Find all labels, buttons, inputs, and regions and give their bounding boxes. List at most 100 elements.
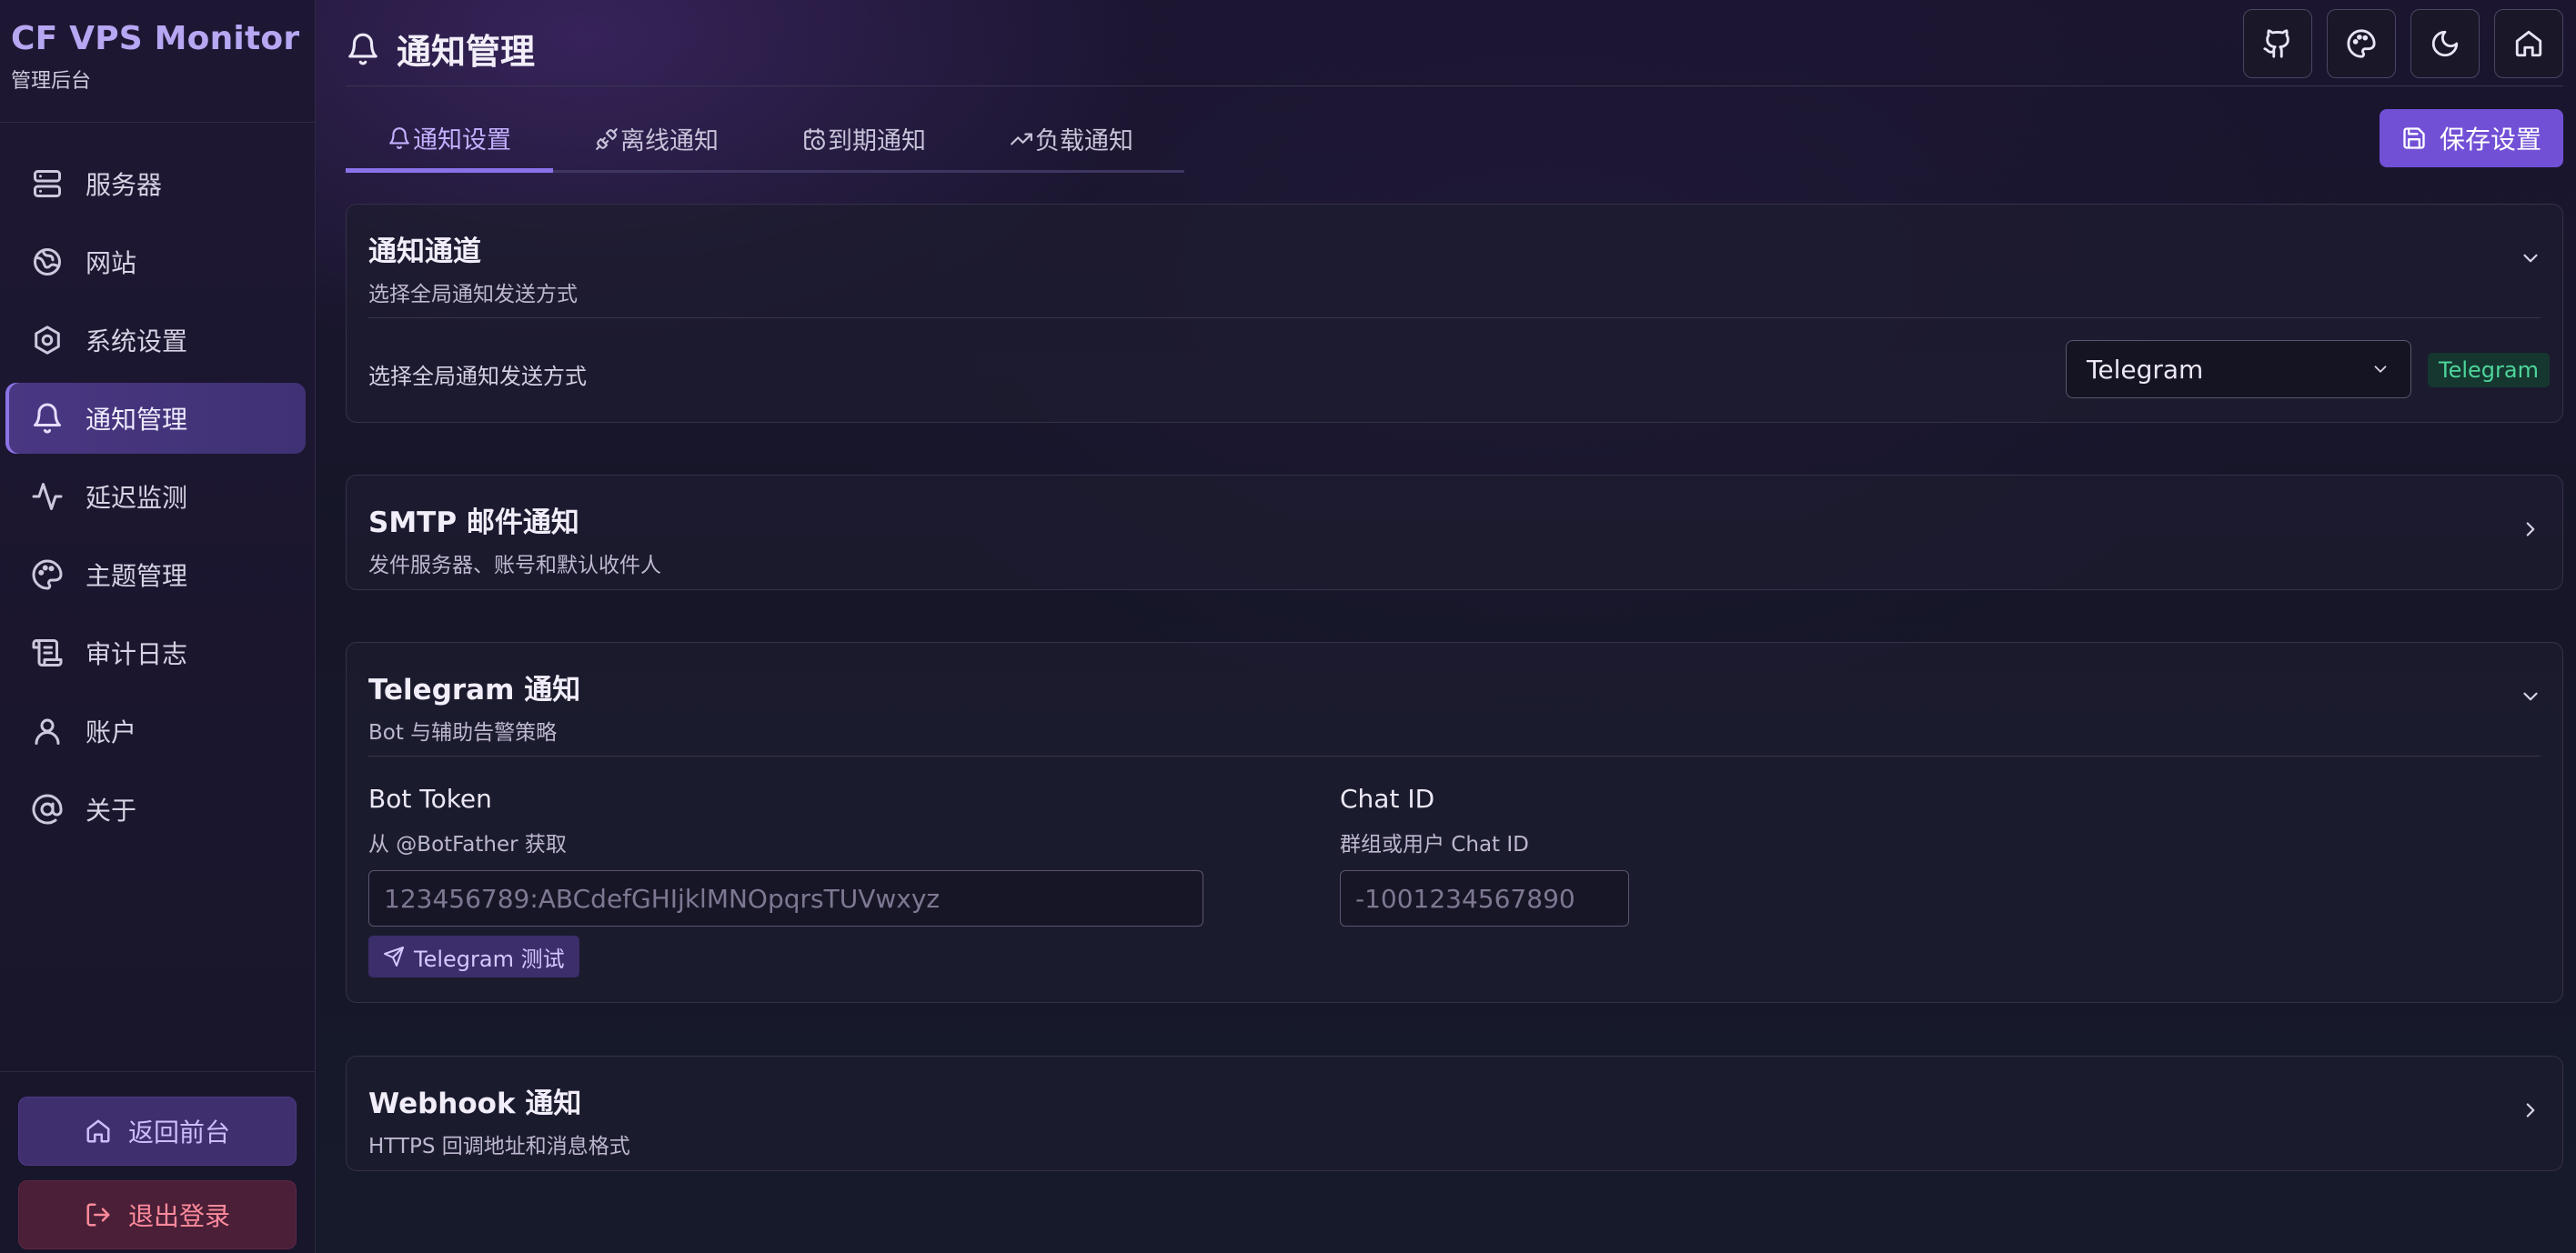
tab-label: 到期通知: [828, 127, 926, 155]
sidebar-item-notifications[interactable]: 通知管理: [5, 383, 306, 454]
field-label: Bot Token: [368, 784, 492, 814]
home-icon: [85, 1118, 112, 1145]
sidebar-item-audit-log[interactable]: 审计日志: [5, 617, 306, 688]
topbar: 通知管理: [346, 0, 2563, 86]
chevron-down-icon[interactable]: [2519, 246, 2542, 270]
telegram-test-label: Telegram 测试: [414, 946, 565, 972]
field-label: Chat ID: [1340, 784, 1435, 814]
save-settings-button[interactable]: 保存设置: [2380, 109, 2563, 167]
bell-icon: [346, 32, 380, 66]
channel-row: 选择全局通知发送方式 Telegram Telegram: [347, 318, 2562, 418]
moon-icon: [2430, 28, 2460, 59]
field-hint: 群组或用户 Chat ID: [1340, 833, 1529, 857]
sidebar-item-label: 账户: [86, 717, 137, 747]
chevron-down-icon[interactable]: [2519, 685, 2542, 708]
sidebar-item-label: 服务器: [86, 170, 163, 200]
tab-offline-notification[interactable]: 离线通知: [553, 107, 760, 170]
sidebar-item-servers[interactable]: 服务器: [5, 148, 306, 219]
channel-card: 通知通道 选择全局通知发送方式 选择全局通知发送方式 Telegram Tele…: [346, 204, 2563, 423]
chevron-right-icon[interactable]: [2519, 517, 2542, 541]
user-icon: [31, 715, 64, 747]
github-button[interactable]: [2243, 9, 2312, 78]
tab-load-notification[interactable]: 负载通知: [968, 107, 1175, 170]
page-title: 通知管理: [346, 24, 535, 74]
smtp-card-header[interactable]: SMTP 邮件通知 发件服务器、账号和默认收件人: [347, 476, 2562, 588]
card-subtitle: 发件服务器、账号和默认收件人: [368, 554, 661, 577]
bot-token-field: Bot Token 从 @BotFather 获取 123456789:ABCd…: [368, 784, 1203, 927]
bell-icon: [31, 402, 64, 435]
theme-palette-button[interactable]: [2327, 9, 2396, 78]
telegram-card-header[interactable]: Telegram 通知 Bot 与辅助告警策略: [347, 643, 2562, 756]
back-to-frontend-label: 返回前台: [127, 1118, 230, 1148]
status-badge: Telegram: [2428, 353, 2550, 387]
globe-icon: [31, 246, 64, 278]
sidebar-item-latency[interactable]: 延迟监测: [5, 461, 306, 532]
sidebar-item-themes[interactable]: 主题管理: [5, 539, 306, 610]
telegram-test-button[interactable]: Telegram 测试: [368, 936, 579, 977]
sidebar-item-label: 关于: [86, 796, 137, 826]
telegram-card: Telegram 通知 Bot 与辅助告警策略 Bot Token 从 @Bot…: [346, 642, 2563, 1003]
field-hint: 从 @BotFather 获取: [368, 833, 567, 857]
activity-icon: [31, 480, 64, 513]
main-content: 通知管理 通知设置 离线通知 到期通知 负载通知 保存设置 通知通道 选择全局通…: [317, 0, 2576, 1253]
back-to-frontend-button[interactable]: 返回前台: [18, 1097, 297, 1166]
sidebar-item-label: 延迟监测: [86, 483, 188, 513]
log-out-icon: [85, 1201, 112, 1228]
divider: [368, 756, 2541, 757]
channel-select[interactable]: Telegram: [2066, 340, 2411, 398]
palette-icon: [2346, 28, 2377, 59]
webhook-card-header[interactable]: Webhook 通知 HTTPS 回调地址和消息格式: [347, 1057, 2562, 1169]
home-icon: [2513, 28, 2544, 59]
home-button[interactable]: [2494, 9, 2563, 78]
sidebar-item-label: 审计日志: [86, 639, 188, 669]
send-icon: [383, 946, 405, 967]
card-subtitle: HTTPS 回调地址和消息格式: [368, 1135, 630, 1158]
tab-label: 通知设置: [413, 126, 511, 155]
notification-tabs: 通知设置 离线通知 到期通知 负载通知: [346, 107, 1184, 173]
tab-label: 离线通知: [620, 127, 719, 155]
card-title: Telegram 通知: [368, 674, 581, 707]
tab-expiry-notification[interactable]: 到期通知: [760, 107, 968, 170]
channel-row-label: 选择全局通知发送方式: [368, 364, 587, 389]
tab-label: 负载通知: [1035, 127, 1133, 155]
sidebar-item-websites[interactable]: 网站: [5, 226, 306, 297]
bot-token-input[interactable]: 123456789:ABCdefGHIjklMNOpqrsTUVwxyz: [368, 870, 1203, 927]
tab-notification-settings[interactable]: 通知设置: [346, 107, 553, 173]
smtp-card: SMTP 邮件通知 发件服务器、账号和默认收件人: [346, 475, 2563, 590]
brand-title: CF VPS Monitor: [11, 20, 300, 57]
logout-button[interactable]: 退出登录: [18, 1180, 297, 1249]
sidebar-footer: 返回前台 退出登录: [0, 1071, 315, 1253]
chat-id-input[interactable]: -1001234567890: [1340, 870, 1629, 927]
bell-icon: [387, 126, 411, 150]
github-icon: [2262, 28, 2293, 59]
card-title: SMTP 邮件通知: [368, 506, 579, 539]
page-title-text: 通知管理: [397, 32, 536, 72]
trending-up-icon: [1010, 127, 1033, 151]
sidebar-item-about[interactable]: 关于: [5, 774, 306, 845]
sidebar-nav: 服务器 网站 系统设置 通知管理 延迟监测 主题管理 审计日志 账户 关于: [0, 148, 315, 845]
card-subtitle: 选择全局通知发送方式: [368, 283, 578, 306]
at-sign-icon: [31, 793, 64, 826]
chevron-down-icon: [2370, 359, 2390, 379]
sidebar-item-label: 主题管理: [86, 561, 188, 591]
brand-subtitle: 管理后台: [11, 70, 92, 93]
sidebar-item-label: 网站: [86, 248, 137, 278]
sidebar-item-system-settings[interactable]: 系统设置: [5, 305, 306, 376]
sidebar-item-account[interactable]: 账户: [5, 696, 306, 767]
calendar-clock-icon: [802, 127, 826, 151]
channel-select-value: Telegram: [2087, 354, 2204, 385]
webhook-card: Webhook 通知 HTTPS 回调地址和消息格式: [346, 1056, 2563, 1171]
chevron-right-icon[interactable]: [2519, 1098, 2542, 1122]
sidebar: CF VPS Monitor 管理后台 服务器 网站 系统设置 通知管理 延迟监…: [0, 0, 316, 1253]
header-actions: [2229, 9, 2563, 78]
sidebar-item-label: 系统设置: [86, 326, 188, 356]
scroll-icon: [31, 637, 64, 669]
card-subtitle: Bot 与辅助告警策略: [368, 721, 558, 745]
save-settings-label: 保存设置: [2439, 125, 2541, 155]
card-title: Webhook 通知: [368, 1088, 582, 1120]
settings-icon: [31, 324, 64, 356]
dark-mode-button[interactable]: [2410, 9, 2480, 78]
unplug-icon: [595, 127, 619, 151]
channel-card-header[interactable]: 通知通道 选择全局通知发送方式: [347, 205, 2562, 317]
save-icon: [2401, 125, 2427, 151]
